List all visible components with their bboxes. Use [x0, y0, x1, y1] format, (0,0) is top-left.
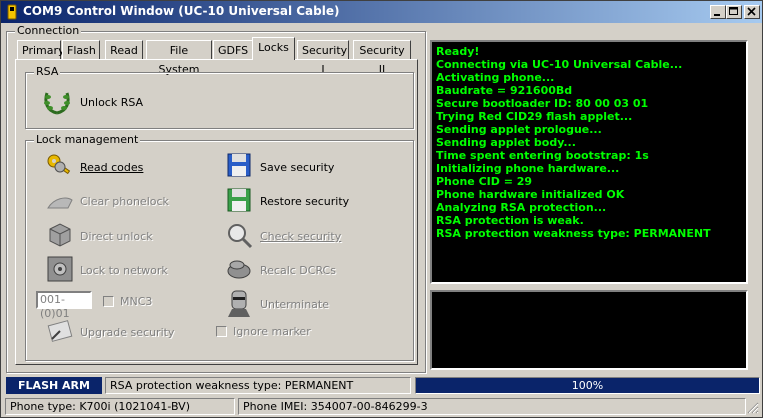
connection-label: Connection	[15, 24, 82, 37]
keys-icon	[47, 154, 71, 175]
clear-phonelock-button[interactable]: Clear phonelock	[80, 195, 169, 208]
read-codes-label: Read codes	[80, 161, 144, 174]
mode-indicator: FLASH ARM	[6, 377, 102, 394]
console-line: Connecting via UC-10 Universal Cable...	[436, 58, 683, 71]
main-window: COM9 Control Window (UC-10 Universal Cab…	[0, 0, 763, 418]
eraser-icon	[47, 197, 73, 209]
magnifier-icon	[228, 224, 253, 249]
tab-label: Read	[110, 44, 138, 57]
tab-flash[interactable]: Flash	[62, 40, 100, 59]
console-line: Phone hardware initialized OK	[436, 188, 625, 201]
console-line: Phone CID = 29	[436, 175, 533, 188]
window-title: COM9 Control Window (UC-10 Universal Cab…	[23, 4, 340, 18]
console-line: RSA protection weakness type: PERMANENT	[436, 227, 711, 240]
certificate-icon	[47, 320, 73, 342]
console-line: Trying Red CID29 flash applet...	[436, 110, 633, 123]
restore-disk-icon	[227, 188, 251, 212]
maximize-icon	[729, 7, 738, 15]
minimize-button[interactable]	[710, 5, 726, 19]
tab-locks[interactable]: Locks	[252, 37, 295, 60]
phone-imei-panel: Phone IMEI: 354007-00-846299-3	[238, 398, 746, 415]
tab-security-2[interactable]: Security II	[353, 40, 411, 76]
console-line: Ready!	[436, 45, 480, 58]
progress-bar: 100%	[415, 377, 760, 394]
title-bar[interactable]: COM9 Control Window (UC-10 Universal Cab…	[1, 1, 762, 23]
maximize-button[interactable]	[726, 5, 742, 19]
mnc3-label: MNC3	[120, 295, 153, 308]
upgrade-security-button[interactable]: Upgrade security	[80, 326, 174, 339]
unterminate-button[interactable]: Unterminate	[260, 298, 329, 311]
mnc-input[interactable]: 001-(0)01	[36, 291, 92, 320]
direct-unlock-button[interactable]: Direct unlock	[80, 230, 153, 243]
tab-label: GDFS	[218, 44, 249, 57]
minimize-icon	[714, 14, 720, 16]
tab-primary[interactable]: Primary	[17, 40, 65, 59]
unlock-rsa-button[interactable]: Unlock RSA	[80, 96, 143, 109]
save-security-button[interactable]: Save security	[260, 161, 334, 174]
console-line: Sending applet prologue...	[436, 123, 602, 136]
console-line: Sending applet body...	[436, 136, 576, 149]
lock-to-network-button[interactable]: Lock to network	[80, 264, 168, 277]
console-line: Activating phone...	[436, 71, 555, 84]
console-line: Secure bootloader ID: 80 00 03 01	[436, 97, 649, 110]
rsa-group-label: RSA	[34, 65, 61, 78]
chip-stack-icon	[227, 260, 251, 279]
check-security-button[interactable]: Check security	[260, 230, 341, 243]
tab-label: Flash	[67, 44, 96, 57]
tab-file-system[interactable]: File System	[146, 40, 212, 76]
laurel-wreath-icon[interactable]	[41, 85, 73, 117]
tab-gdfs[interactable]: GDFS	[213, 40, 253, 59]
console-line: Initializing phone hardware...	[436, 162, 620, 175]
ignore-marker-label: Ignore marker	[233, 325, 311, 338]
status-bar-top: FLASH ARM RSA protection weakness type: …	[2, 375, 761, 395]
phone-type-panel: Phone type: K700i (1021041-BV)	[5, 398, 235, 415]
cube-icon	[49, 223, 71, 247]
safe-icon	[47, 256, 73, 282]
check-security-label: Check security	[260, 230, 342, 243]
terminator-icon	[228, 290, 250, 317]
status-message: RSA protection weakness type: PERMANENT	[105, 377, 411, 394]
lock-management-label: Lock management	[34, 133, 141, 146]
recalc-dcrcs-button[interactable]: Recalc DCRCs	[260, 264, 336, 277]
close-icon	[747, 7, 756, 16]
tab-label: Locks	[258, 41, 289, 54]
ignore-marker-checkbox[interactable]	[216, 326, 227, 337]
console-line: Baudrate = 921600Bd	[436, 84, 573, 97]
restore-security-button[interactable]: Restore security	[260, 195, 349, 208]
app-icon	[7, 4, 17, 20]
console-line: Analyzing RSA protection...	[436, 201, 607, 214]
log-console[interactable]: Ready! Connecting via UC-10 Universal Cab…	[430, 40, 748, 284]
console-line: Time spent entering bootstrap: 1s	[436, 149, 649, 162]
console-line: RSA protection is weak.	[436, 214, 584, 227]
tab-read[interactable]: Read	[105, 40, 143, 59]
close-button[interactable]	[744, 5, 760, 19]
tab-security-1[interactable]: Security I	[297, 40, 349, 76]
save-disk-icon	[227, 153, 251, 177]
status-bar-bottom: Phone type: K700i (1021041-BV) Phone IME…	[2, 397, 761, 416]
progress-text: 100%	[571, 379, 604, 392]
resize-grip-icon[interactable]	[747, 402, 759, 414]
secondary-console[interactable]	[430, 290, 748, 370]
mnc3-checkbox[interactable]	[103, 296, 114, 307]
read-codes-button[interactable]: Read codes	[80, 161, 143, 174]
tab-label: Primary	[22, 44, 65, 57]
